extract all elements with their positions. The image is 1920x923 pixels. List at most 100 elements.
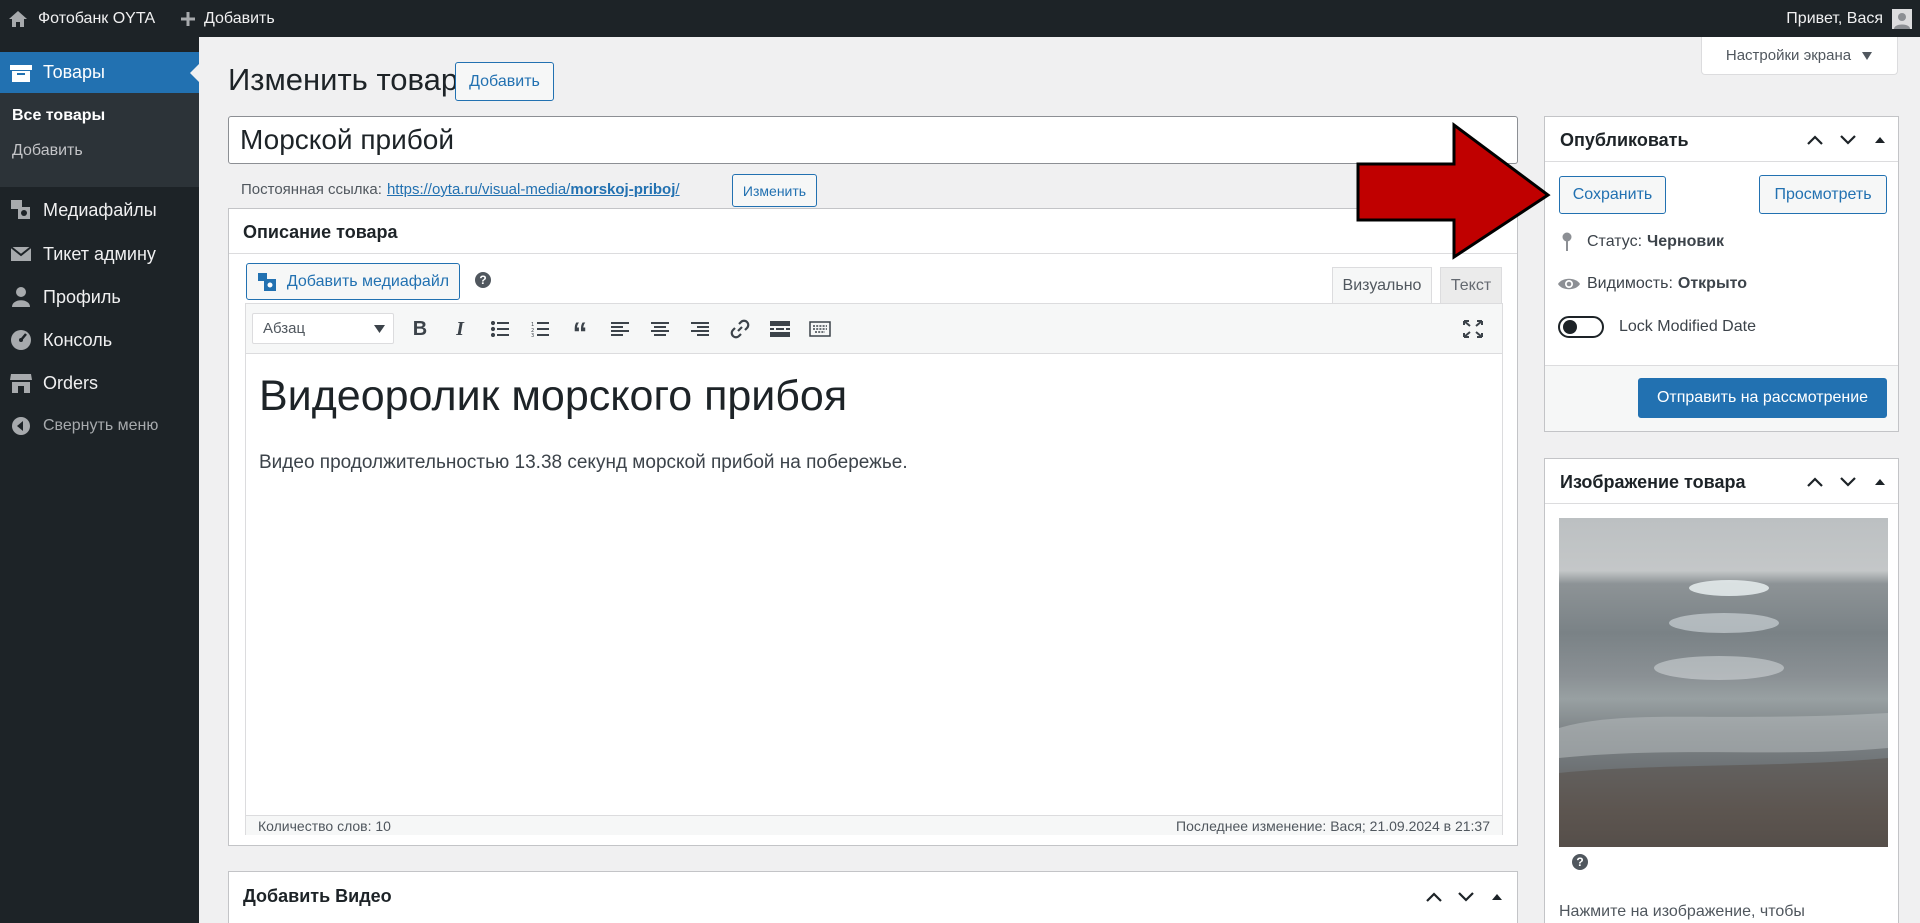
greeting: Привет, Вася — [1786, 9, 1883, 27]
active-indicator — [190, 64, 199, 82]
lock-modified-row: Lock Modified Date — [1558, 316, 1756, 338]
sidebar-item-label: Профиль — [43, 286, 121, 307]
insert-link-button[interactable] — [726, 315, 754, 343]
move-down-button[interactable] — [1456, 887, 1476, 907]
content-paragraph: Видео продолжительностью 13.38 секунд мо… — [259, 452, 908, 473]
last-modified: Последнее изменение: Вася; 21.09.2024 в … — [1176, 818, 1490, 834]
move-up-button[interactable] — [1805, 130, 1825, 150]
sidebar-item-label: Orders — [43, 372, 99, 393]
product-image-postbox: Изображение товара ? Нажмите на изображе… — [1544, 458, 1899, 923]
products-submenu: Все товары Добавить — [0, 93, 199, 187]
move-up-button[interactable] — [1424, 887, 1444, 907]
read-more-button[interactable] — [766, 315, 794, 343]
preview-button[interactable]: Просмотреть — [1759, 175, 1887, 214]
add-media-button[interactable]: Добавить медиафайл — [246, 263, 460, 300]
mail-icon — [8, 242, 34, 266]
format-select[interactable]: Абзац — [252, 313, 394, 344]
dashboard-icon — [8, 328, 34, 352]
sidebar-item-profile[interactable]: Профиль — [0, 279, 199, 315]
collapse-icon — [8, 414, 34, 438]
submenu-all-products[interactable]: Все товары — [12, 107, 105, 125]
fullscreen-button[interactable] — [1459, 315, 1487, 343]
triangle-up-icon — [1492, 894, 1502, 900]
collapse-menu-button[interactable]: Свернуть меню — [0, 409, 199, 443]
sidebar-item-products[interactable]: Товары — [0, 52, 199, 93]
triangle-up-icon — [1875, 479, 1885, 485]
editor-statusbar: Количество слов: 10 Последнее изменение:… — [246, 815, 1502, 835]
sidebar-item-orders[interactable]: Orders — [0, 365, 199, 401]
italic-button[interactable]: I — [446, 315, 474, 343]
submit-for-review-button[interactable]: Отправить на рассмотрение — [1638, 378, 1887, 418]
divider — [1545, 161, 1898, 162]
content-heading: Видеоролик морского прибоя — [259, 372, 848, 420]
product-title-input[interactable]: Морской прибой — [228, 116, 1518, 164]
add-new-product-button[interactable]: Добавить — [455, 62, 554, 101]
sidebar-item-label: Товары — [43, 62, 105, 82]
plus-icon — [181, 11, 195, 26]
store-icon — [8, 371, 34, 395]
annotation-arrow — [1356, 122, 1551, 260]
move-up-button[interactable] — [1805, 472, 1825, 492]
permalink-label: Постоянная ссылка: — [241, 181, 382, 198]
move-down-button[interactable] — [1838, 472, 1858, 492]
help-icon[interactable]: ? — [1572, 854, 1588, 870]
tab-visual[interactable]: Визуально — [1332, 267, 1432, 304]
sidebar-item-ticket[interactable]: Тикет админу — [0, 236, 199, 272]
video-postbox: Добавить Видео — [228, 871, 1518, 923]
numbered-list-button[interactable]: 123 — [526, 315, 554, 343]
image-hint: Нажмите на изображение, чтобы — [1559, 903, 1805, 920]
blockquote-button[interactable]: “ — [566, 315, 594, 349]
sidebar-item-console[interactable]: Консоль — [0, 322, 199, 358]
triangle-up-icon — [1875, 137, 1885, 143]
editor-postbox: Описание товара Добавить медиафайл ? Виз… — [228, 208, 1518, 846]
editor-content[interactable]: Видеоролик морского прибоя Видео продолж… — [246, 354, 1502, 809]
publish-box-title: Опубликовать — [1560, 130, 1689, 150]
lock-modified-label: Lock Modified Date — [1619, 318, 1756, 335]
chevron-up-icon — [1426, 892, 1442, 902]
edit-permalink-button[interactable]: Изменить — [732, 174, 817, 207]
quote-icon: “ — [572, 317, 588, 350]
chevron-down-icon — [1840, 135, 1856, 145]
chevron-down-icon — [1458, 892, 1474, 902]
bold-button[interactable]: B — [406, 315, 434, 343]
toggle-panel-button[interactable] — [1487, 887, 1507, 907]
status-value: Черновик — [1647, 233, 1725, 250]
help-icon[interactable]: ? — [475, 272, 491, 288]
editor-toolbar: Абзац B I 123 “ — [246, 304, 1502, 354]
align-center-button[interactable] — [646, 315, 674, 343]
align-right-button[interactable] — [686, 315, 714, 343]
svg-text:3: 3 — [531, 333, 534, 337]
align-right-icon — [691, 322, 709, 336]
permalink-url-slug: morskoj-priboj — [570, 181, 676, 198]
bullet-list-icon — [491, 321, 509, 337]
lock-modified-toggle[interactable] — [1558, 316, 1604, 338]
product-image[interactable] — [1559, 518, 1888, 847]
add-new-link[interactable]: Добавить — [180, 0, 275, 37]
tab-text[interactable]: Текст — [1440, 267, 1502, 304]
visibility-row: Видимость: Открыто — [1557, 275, 1747, 293]
permalink-url[interactable]: https://oyta.ru/visual-media/morskoj-pri… — [387, 181, 680, 198]
video-box-title: Добавить Видео — [243, 886, 392, 906]
submenu-add[interactable]: Добавить — [12, 142, 83, 160]
screen-options-tab[interactable]: Настройки экрана — [1701, 37, 1898, 75]
align-center-icon — [651, 322, 669, 336]
add-new-label: Добавить — [204, 9, 275, 27]
toolbar-toggle-button[interactable] — [806, 315, 834, 343]
save-draft-button[interactable]: Сохранить — [1559, 176, 1666, 214]
bold-icon: B — [412, 317, 428, 340]
toggle-panel-button[interactable] — [1870, 472, 1890, 492]
visibility-value: Открыто — [1677, 275, 1748, 292]
home-icon — [9, 10, 27, 27]
chevron-up-icon — [1807, 477, 1823, 487]
toggle-panel-button[interactable] — [1870, 130, 1890, 150]
align-left-button[interactable] — [606, 315, 634, 343]
account-menu[interactable]: Привет, Вася — [1786, 0, 1912, 37]
editor-box-title: Описание товара — [243, 222, 398, 242]
move-down-button[interactable] — [1838, 130, 1858, 150]
caret-down-icon — [1862, 51, 1873, 60]
caret-down-icon — [374, 325, 385, 333]
sidebar-item-media[interactable]: Медиафайлы — [0, 192, 199, 228]
bullet-list-button[interactable] — [486, 315, 514, 343]
sidebar-item-label: Тикет админу — [43, 243, 156, 264]
site-link[interactable]: Фотобанк OYTA — [8, 0, 155, 37]
